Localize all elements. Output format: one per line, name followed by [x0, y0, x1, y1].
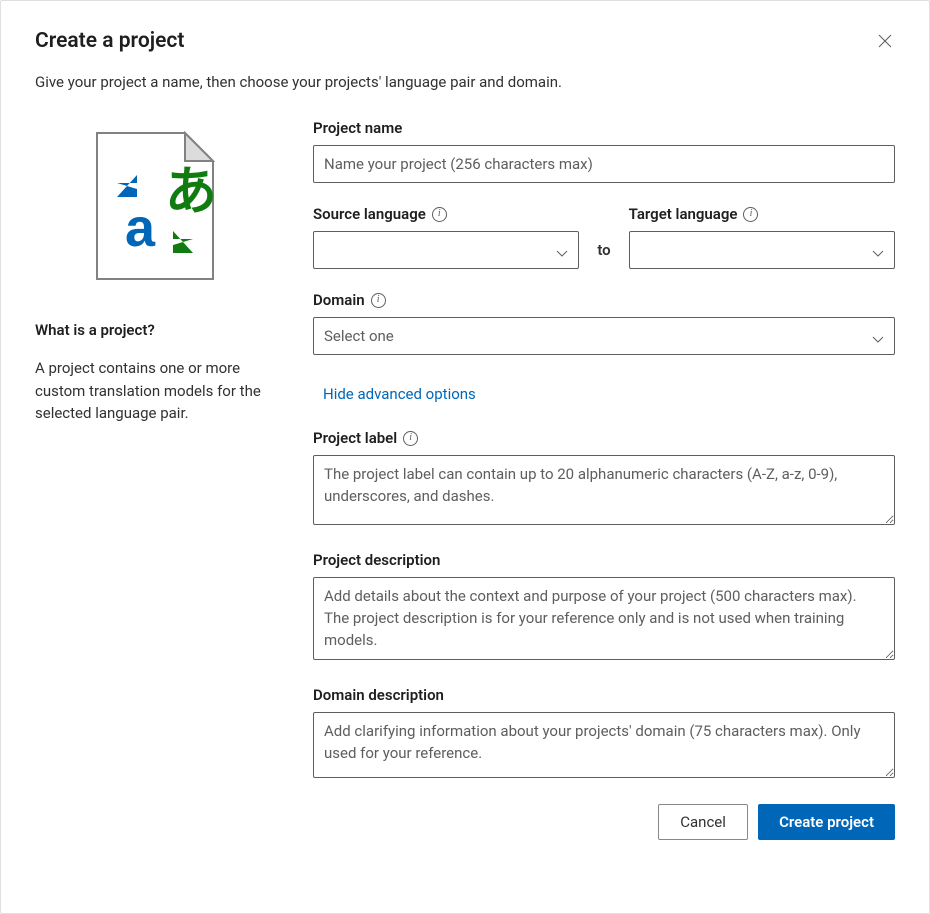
target-language-select[interactable] — [629, 231, 895, 269]
project-label-input[interactable] — [313, 455, 895, 525]
info-icon[interactable]: i — [432, 207, 447, 222]
dialog-body: あ a What is a project? A project contain… — [35, 119, 895, 889]
project-label-field: Project label i — [313, 429, 895, 529]
sidebar-text: A project contains one or more custom tr… — [35, 357, 275, 425]
close-icon — [878, 34, 892, 48]
domain-label: Domain i — [313, 291, 386, 309]
info-icon[interactable]: i — [743, 207, 758, 222]
project-description-label: Project description — [313, 551, 440, 569]
project-label-label: Project label i — [313, 429, 418, 447]
dialog-header: Create a project — [35, 29, 895, 57]
target-language-label: Target language i — [629, 205, 895, 223]
create-project-button[interactable]: Create project — [758, 804, 895, 840]
translate-document-icon: あ a — [95, 131, 215, 281]
sidebar-heading: What is a project? — [35, 321, 275, 339]
chevron-down-icon — [872, 330, 884, 342]
chevron-down-icon — [556, 244, 568, 256]
project-name-input[interactable] — [313, 145, 895, 183]
form-panel: Project name Source language i to — [313, 119, 895, 889]
info-icon[interactable]: i — [371, 293, 386, 308]
project-description-field: Project description — [313, 551, 895, 664]
project-description-input[interactable] — [313, 577, 895, 660]
to-label: to — [597, 241, 610, 269]
cancel-button[interactable]: Cancel — [658, 804, 748, 840]
domain-select[interactable]: Select one — [313, 317, 895, 355]
source-language-select[interactable] — [313, 231, 579, 269]
domain-description-field: Domain description — [313, 686, 895, 782]
target-language-field: Target language i — [629, 205, 895, 269]
close-button[interactable] — [869, 25, 901, 57]
sidebar-panel: あ a What is a project? A project contain… — [35, 119, 275, 889]
svg-text:a: a — [125, 198, 156, 258]
chevron-down-icon — [872, 244, 884, 256]
domain-description-label: Domain description — [313, 686, 444, 704]
toggle-advanced-link[interactable]: Hide advanced options — [313, 377, 476, 403]
dialog-title: Create a project — [35, 29, 184, 53]
source-language-label: Source language i — [313, 205, 579, 223]
dialog-footer: Cancel Create project — [313, 804, 895, 840]
domain-description-input[interactable] — [313, 712, 895, 778]
dialog-subtitle: Give your project a name, then choose yo… — [35, 73, 895, 91]
domain-field: Domain i Select one — [313, 291, 895, 355]
project-name-field: Project name — [313, 119, 895, 183]
language-pair-row: Source language i to Target language i — [313, 205, 895, 269]
svg-text:あ: あ — [165, 163, 215, 221]
create-project-dialog: Create a project Give your project a nam… — [0, 0, 930, 914]
source-language-field: Source language i — [313, 205, 579, 269]
project-name-label: Project name — [313, 119, 402, 137]
info-icon[interactable]: i — [403, 431, 418, 446]
